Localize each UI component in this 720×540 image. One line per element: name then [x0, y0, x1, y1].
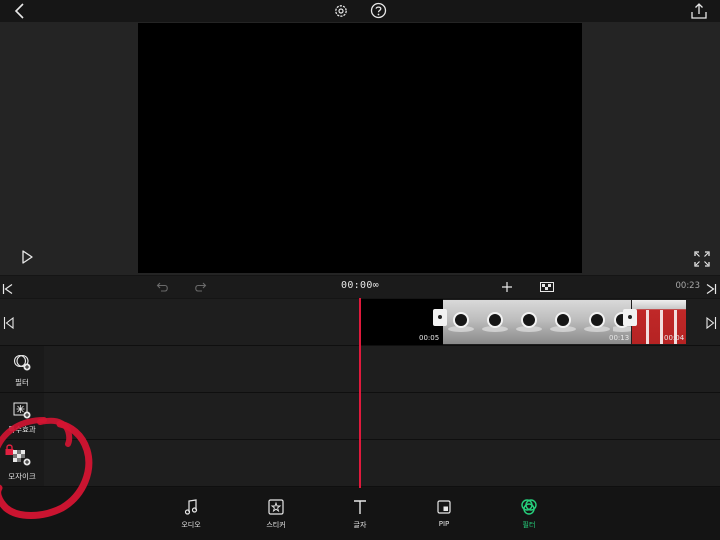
clip-trim-handle[interactable] [433, 309, 447, 326]
clip-duration: 00:05 [419, 334, 440, 342]
question-circle-icon[interactable] [370, 2, 387, 19]
total-duration: 00:23 [675, 281, 701, 291]
top-toolbar [0, 0, 720, 22]
filter-add-icon[interactable] [13, 353, 31, 371]
current-timecode: 00:00∞ [341, 280, 379, 291]
timeline-control-bar: 00:00∞ 00:23 [0, 276, 720, 298]
add-icon[interactable] [501, 281, 513, 293]
clip-thumbnail[interactable] [477, 300, 511, 344]
skip-to-end-icon[interactable] [705, 283, 717, 295]
skip-to-start-icon[interactable] [2, 283, 14, 295]
tool-filter[interactable]: 필터 [509, 498, 549, 534]
red-circle-annotation [0, 417, 93, 519]
filter-icon [521, 499, 537, 515]
clip-trim-handle[interactable] [623, 309, 637, 326]
scroll-right-icon[interactable] [705, 316, 717, 330]
tool-audio[interactable]: 오디오 [171, 498, 211, 534]
fullscreen-icon[interactable] [694, 251, 710, 267]
sticker-icon [268, 499, 284, 515]
gear-icon[interactable] [333, 3, 349, 19]
clip-thumbnail[interactable] [443, 300, 477, 344]
playhead[interactable] [359, 298, 361, 488]
tool-label: 오디오 [181, 521, 201, 529]
pip-icon [437, 500, 451, 514]
clip-thumbnail[interactable] [545, 300, 579, 344]
tool-label: PIP [438, 520, 450, 528]
share-upload-icon[interactable] [690, 2, 708, 20]
tool-label: 스티커 [266, 521, 286, 529]
chevron-left-icon[interactable] [12, 2, 28, 20]
scroll-left-icon[interactable] [3, 316, 15, 330]
track-label: 필터 [15, 378, 29, 387]
redo-icon[interactable] [193, 281, 207, 293]
undo-icon[interactable] [156, 281, 170, 293]
transition-icon[interactable] [540, 282, 554, 292]
tool-sticker[interactable]: 스티커 [256, 498, 296, 534]
tool-label: 필터 [522, 521, 536, 529]
clip-duration: 00:13 [609, 334, 630, 342]
tool-label: 글자 [353, 521, 367, 529]
clip-duration: 00:04 [664, 334, 685, 342]
tool-text[interactable]: 글자 [340, 498, 380, 534]
music-note-icon [184, 499, 198, 515]
text-icon [354, 500, 366, 514]
video-preview[interactable] [138, 23, 582, 273]
tool-pip[interactable]: PIP [424, 498, 464, 534]
clip-thumbnail[interactable] [511, 300, 545, 344]
clip-thumbnail[interactable] [579, 300, 613, 344]
play-icon[interactable] [18, 248, 36, 266]
